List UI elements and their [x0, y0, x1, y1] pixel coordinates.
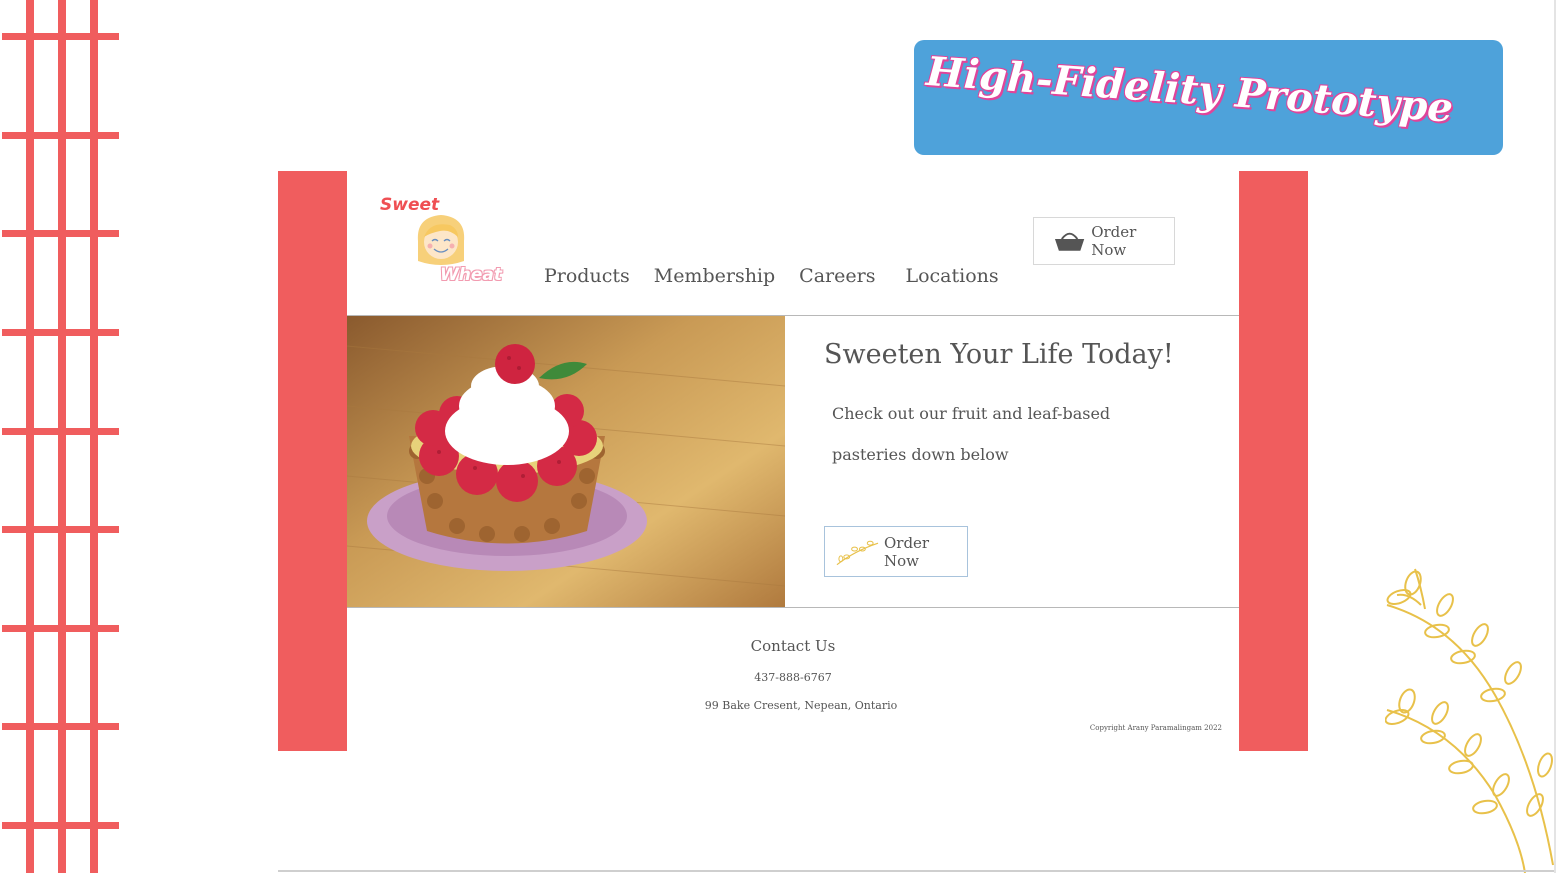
footer-copyright: Copyright Arany Paramalingam 2022	[1089, 724, 1222, 732]
main-nav: Products Membership Careers Locations	[544, 265, 1023, 287]
header-order-button[interactable]: Order Now	[1033, 217, 1175, 265]
footer-title: Contact Us	[750, 637, 836, 655]
hero-title: Sweeten Your Life Today!	[824, 339, 1174, 370]
grid-line	[2, 822, 119, 829]
grid-line	[2, 723, 119, 730]
grid-line	[2, 428, 119, 435]
website-mockup: Sweet Wheat Products Membership Careers …	[347, 171, 1239, 751]
grid-line	[90, 0, 98, 873]
divider	[347, 607, 1239, 608]
nav-item-membership[interactable]: Membership	[654, 265, 775, 287]
basket-icon	[1054, 232, 1085, 251]
footer-address: 99 Bake Cresent, Nepean, Ontario	[704, 699, 898, 712]
logo-text-bottom: Wheat	[440, 265, 502, 285]
footer-phone: 437-888-6767	[754, 671, 832, 684]
header-order-label: Order Now	[1091, 223, 1137, 259]
grid-line	[2, 132, 119, 139]
slide-title: High-Fidelity Prototype	[924, 48, 1455, 132]
grid-line	[2, 526, 119, 533]
girl-face-icon	[417, 215, 465, 265]
mockup-right-bar	[1239, 171, 1308, 751]
hero-subtitle: Check out our fruit and leaf-based paste…	[832, 404, 1111, 464]
title-banner: High-Fidelity Prototype	[914, 40, 1503, 155]
wheat-branch-icon	[1385, 568, 1554, 873]
hero-order-button[interactable]: Order Now	[824, 526, 968, 577]
raspberry-tart-image	[347, 316, 785, 607]
grid-line	[26, 0, 34, 873]
mockup-left-bar	[278, 171, 347, 751]
nav-item-careers[interactable]: Careers	[799, 265, 875, 287]
grid-line	[2, 33, 119, 40]
divider	[278, 870, 1556, 872]
grid-line	[2, 230, 119, 237]
logo[interactable]: Sweet Wheat	[380, 195, 510, 290]
nav-item-products[interactable]: Products	[544, 265, 630, 287]
nav-item-locations[interactable]: Locations	[905, 265, 998, 287]
grid-line	[2, 625, 119, 632]
wheat-sprig-icon	[836, 540, 879, 565]
hero-order-label: Order Now	[883, 533, 930, 570]
grid-line	[2, 329, 119, 336]
grid-line	[58, 0, 66, 873]
